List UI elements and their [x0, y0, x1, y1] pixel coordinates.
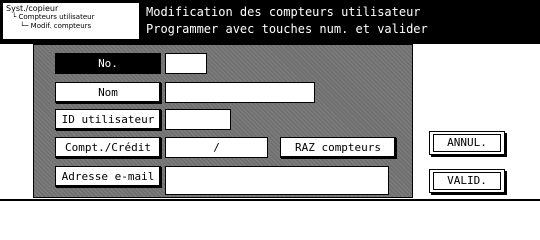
page-instruction: Programmer avec touches num. et valider: [146, 22, 428, 36]
breadcrumb[interactable]: Syst./copieur └ Compteurs utilisateur └─…: [2, 2, 140, 40]
breadcrumb-level-1: Syst./copieur: [6, 4, 59, 13]
no-label-button[interactable]: No.: [55, 53, 161, 74]
no-field[interactable]: [165, 53, 207, 74]
adresse-email-label-button[interactable]: Adresse e-mail: [55, 166, 161, 187]
form-panel: No. Nom ID utilisateur Compt./Crédit / R…: [33, 44, 413, 198]
nom-field[interactable]: [165, 82, 315, 103]
cancel-button-label: ANNUL.: [433, 134, 501, 152]
header-text: Modification des compteurs utilisateur P…: [146, 4, 428, 38]
nom-label-button[interactable]: Nom: [55, 82, 161, 103]
cancel-button[interactable]: ANNUL.: [429, 131, 505, 155]
header-bar: Syst./copieur └ Compteurs utilisateur └─…: [0, 0, 540, 44]
adresse-email-field[interactable]: [165, 166, 389, 195]
breadcrumb-level-2-text: Compteurs utilisateur: [18, 13, 95, 21]
validate-button-label: VALID.: [433, 172, 501, 190]
validate-button[interactable]: VALID.: [429, 169, 505, 193]
screen: Syst./copieur └ Compteurs utilisateur └─…: [0, 0, 540, 209]
id-utilisateur-field[interactable]: [165, 109, 231, 130]
breadcrumb-level-2: └ Compteurs utilisateur: [12, 13, 95, 21]
breadcrumb-level-3: └─ Modif. compteurs: [20, 22, 92, 30]
raz-compteurs-button[interactable]: RAZ compteurs: [280, 137, 396, 158]
page-title: Modification des compteurs utilisateur: [146, 5, 421, 19]
id-utilisateur-label-button[interactable]: ID utilisateur: [55, 109, 161, 130]
compt-credit-field[interactable]: /: [165, 137, 268, 158]
compt-credit-label-button[interactable]: Compt./Crédit: [55, 137, 161, 158]
bottom-divider: [0, 199, 540, 201]
breadcrumb-level-3-text: Modif. compteurs: [30, 22, 92, 30]
